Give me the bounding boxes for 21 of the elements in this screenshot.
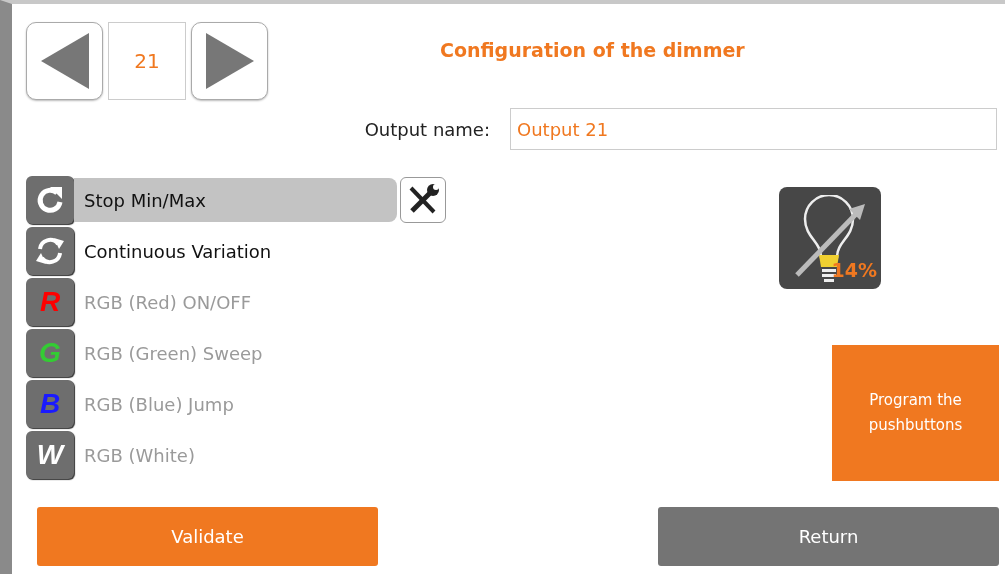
channel-letter: W [36,441,64,469]
output-number: 21 [108,22,186,100]
cycle-arrows-icon [34,235,66,267]
validate-button[interactable]: Validate [37,507,378,566]
channel-letter: B [39,390,61,418]
channel-letter: R [39,288,61,316]
left-triangle-icon [40,33,89,89]
program-pushbuttons-button[interactable]: Program the pushbuttons [832,345,999,481]
rotate-arrow-icon [35,185,65,215]
next-button[interactable] [191,22,268,100]
channel-letter: G [39,339,61,367]
page-title: Configuration of the dimmer [440,39,745,61]
settings-button[interactable] [400,177,446,223]
mode-item[interactable]: Continuous Variation [74,229,397,273]
mode-item[interactable]: Stop Min/Max [74,178,397,222]
previous-button[interactable] [26,22,103,100]
dimmer-percentage: 14% [831,259,877,281]
return-button[interactable]: Return [658,507,999,566]
right-triangle-icon [205,33,254,89]
output-name-label: Output name: [364,118,490,140]
output-name-field[interactable]: Output 21 [510,108,997,150]
